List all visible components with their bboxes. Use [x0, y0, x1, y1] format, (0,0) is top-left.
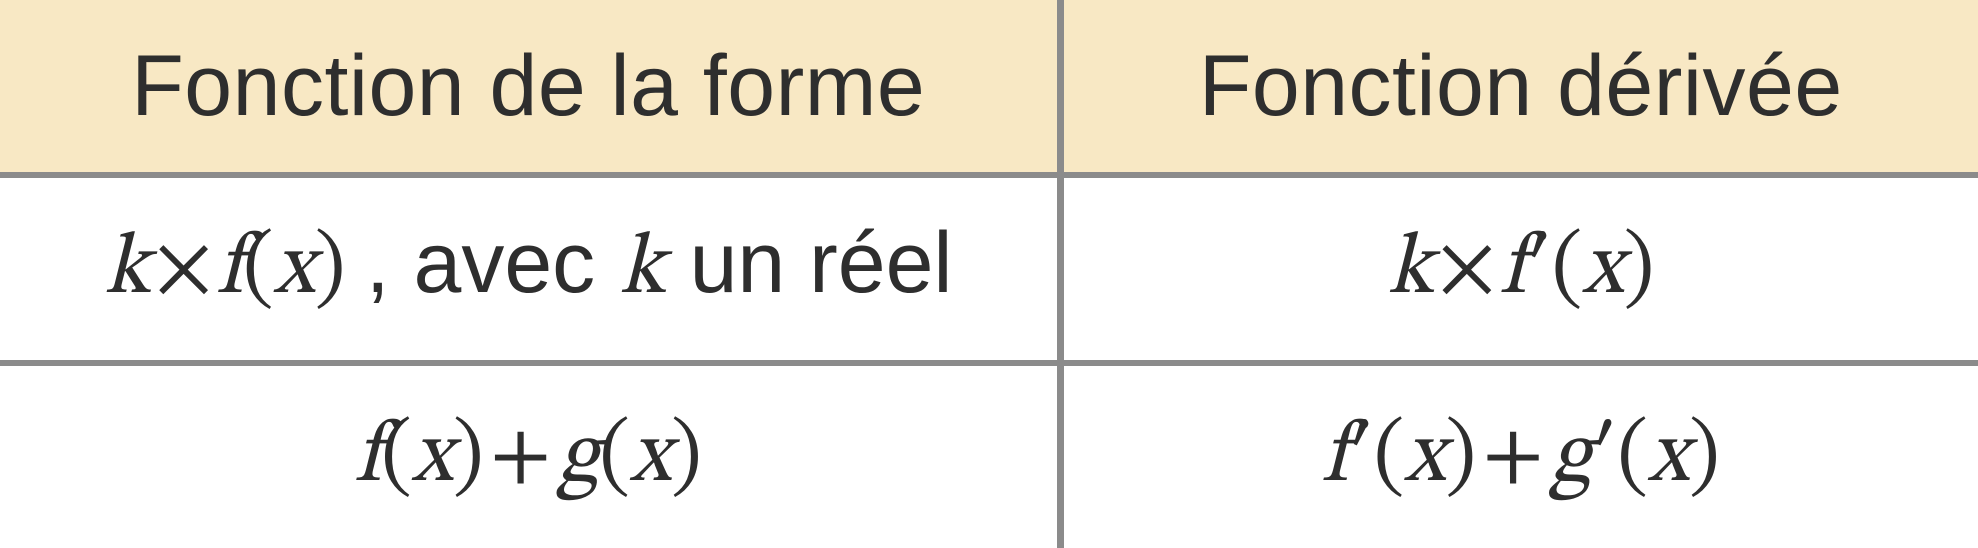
cell-form-f-plus-g: f(x)+g(x)	[0, 363, 1060, 548]
derivative-rules-table: Fonction de la forme Fonction dérivée k×…	[0, 0, 1978, 548]
math-expr: f′(x)+g′(x)	[1322, 415, 1720, 501]
fn-g: g	[558, 415, 600, 501]
op-plus: +	[1476, 415, 1550, 501]
fn-f: f	[1500, 227, 1526, 313]
prime-mark: ′	[1526, 227, 1551, 313]
var-x: x	[1404, 415, 1445, 501]
var-k: k	[1387, 227, 1434, 313]
var-x: x	[412, 415, 453, 501]
text-un-reel: un réel	[666, 215, 953, 311]
table-row: k×f(x) , avec k un réel k×f′(x)	[0, 175, 1978, 363]
header-function-form: Fonction de la forme	[0, 0, 1060, 175]
paren-open: (	[1552, 227, 1583, 313]
fn-g: g	[1550, 415, 1592, 501]
var-x: x	[1648, 415, 1689, 501]
text-avec: , avec	[366, 215, 619, 311]
paren-close: )	[453, 415, 484, 501]
paren-open: (	[1374, 415, 1405, 501]
math-expr: k×f(x)	[104, 227, 366, 313]
cell-deriv-fprime-plus-gprime: f′(x)+g′(x)	[1060, 363, 1978, 548]
paren-close: )	[315, 227, 346, 313]
var-k: k	[619, 227, 666, 313]
math-expr: f(x)+g(x)	[355, 415, 702, 501]
var-x: x	[1582, 227, 1623, 313]
prime-mark: ′	[1348, 415, 1373, 501]
cell-form-kfx: k×f(x) , avec k un réel	[0, 175, 1060, 363]
var-x: x	[274, 227, 315, 313]
paren-open: (	[243, 227, 274, 313]
header-derivative: Fonction dérivée	[1060, 0, 1978, 175]
op-times: ×	[1434, 227, 1500, 313]
paren-open: (	[1617, 415, 1648, 501]
cell-deriv-kfprimex: k×f′(x)	[1060, 175, 1978, 363]
prime-mark: ′	[1592, 415, 1617, 501]
paren-close: )	[1445, 415, 1476, 501]
paren-close: )	[671, 415, 702, 501]
var-k: k	[104, 227, 151, 313]
paren-close: )	[1689, 415, 1720, 501]
fn-f: f	[216, 227, 242, 313]
fn-f: f	[355, 415, 381, 501]
math-expr: k×f′(x)	[1387, 227, 1654, 313]
paren-close: )	[1624, 227, 1655, 313]
table-header-row: Fonction de la forme Fonction dérivée	[0, 0, 1978, 175]
var-x: x	[630, 415, 671, 501]
op-times: ×	[151, 227, 217, 313]
table-row: f(x)+g(x) f′(x)+g′(x)	[0, 363, 1978, 548]
op-plus: +	[484, 415, 558, 501]
paren-open: (	[381, 415, 412, 501]
paren-open: (	[599, 415, 630, 501]
fn-f: f	[1322, 415, 1348, 501]
